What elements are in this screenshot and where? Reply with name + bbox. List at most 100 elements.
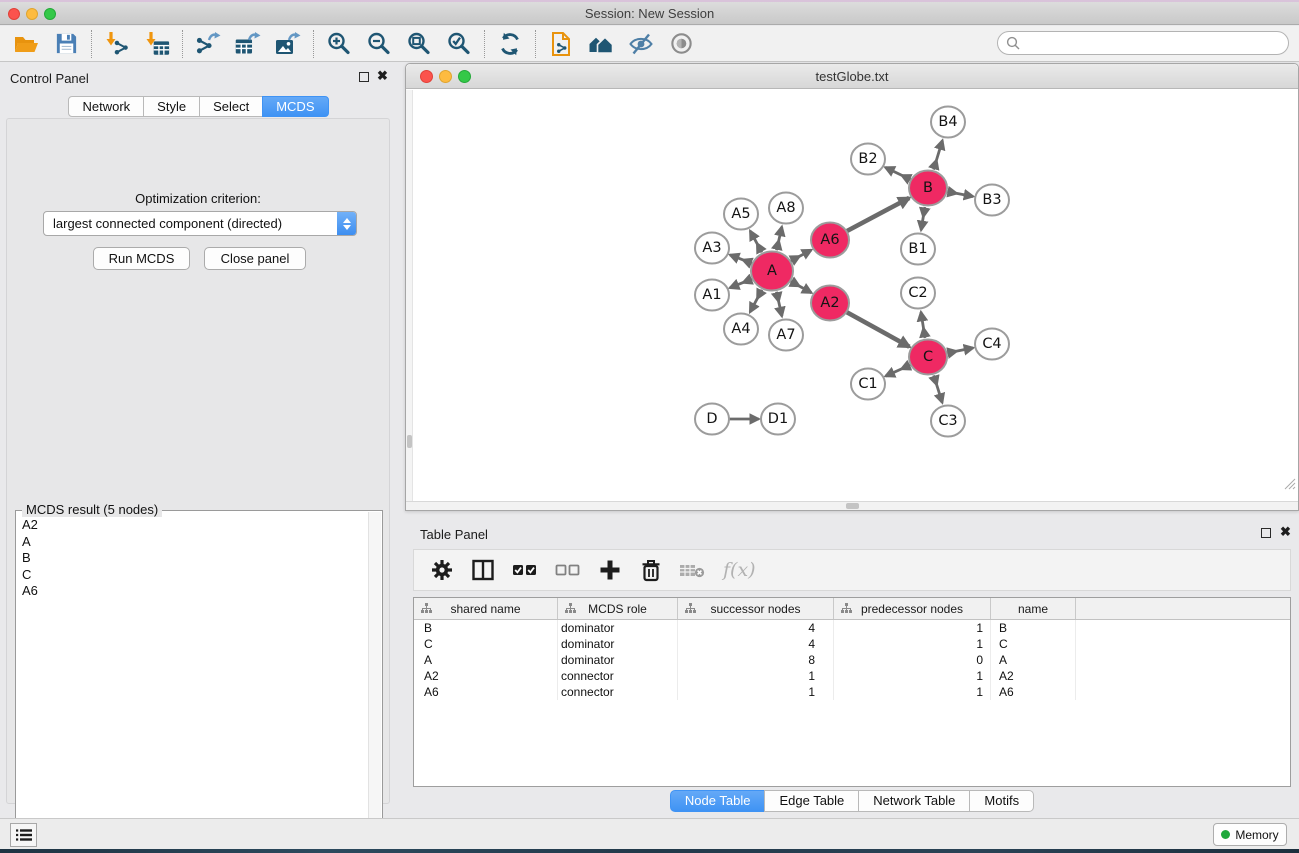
graph-node-C1[interactable]: C1: [851, 369, 885, 400]
graph-edge-A6-B[interactable]: [847, 198, 909, 231]
graph-node-B3[interactable]: B3: [975, 185, 1009, 216]
export-network-button[interactable]: [188, 28, 228, 60]
graph-node-B4[interactable]: B4: [931, 107, 965, 138]
table-row[interactable]: A6connector11A6: [414, 684, 1290, 700]
graph-edge-B-B1[interactable]: [921, 207, 925, 230]
table-cell-name[interactable]: C: [991, 636, 1076, 652]
tab-select[interactable]: Select: [199, 96, 263, 117]
delete-entries-button[interactable]: [639, 558, 663, 582]
graph-edge-C-C2[interactable]: [921, 312, 925, 338]
first-neighbors-button[interactable]: [581, 28, 621, 60]
zoom-out-button[interactable]: [359, 28, 399, 60]
table-cell-mcds-role[interactable]: dominator: [558, 636, 678, 652]
graph-node-A2[interactable]: A2: [811, 286, 849, 321]
graph-edge-C-C3[interactable]: [934, 375, 943, 402]
mcds-result-item[interactable]: B: [18, 550, 366, 567]
table-cell-shared-name[interactable]: A: [414, 652, 558, 668]
graph-edge-B-B4[interactable]: [934, 140, 943, 169]
graph-node-A3[interactable]: A3: [695, 233, 729, 264]
graph-node-B[interactable]: B: [909, 171, 947, 206]
graph-edge-B-B2[interactable]: [885, 167, 910, 179]
open-file-button[interactable]: [6, 28, 46, 60]
graph-edge-C-C1[interactable]: [886, 365, 911, 376]
table-row[interactable]: A2connector11A2: [414, 668, 1290, 684]
column-header-mcds-role[interactable]: MCDS role: [558, 598, 678, 619]
add-column-button[interactable]: [598, 558, 622, 582]
graph-node-A1[interactable]: A1: [695, 280, 729, 311]
table-cell-shared-name[interactable]: A6: [414, 684, 558, 700]
memory-button[interactable]: Memory: [1213, 823, 1287, 846]
table-cell-name[interactable]: A2: [991, 668, 1076, 684]
deselect-checks-button[interactable]: [555, 558, 581, 582]
graph-edge-A-A6[interactable]: [791, 250, 812, 261]
delete-column-button[interactable]: [680, 558, 706, 582]
column-layout-button[interactable]: [471, 558, 495, 582]
graph-node-B2[interactable]: B2: [851, 144, 885, 175]
tab-edge-table[interactable]: Edge Table: [764, 790, 859, 812]
graph-node-A6[interactable]: A6: [811, 223, 849, 258]
table-cell-mcds-role[interactable]: dominator: [558, 652, 678, 668]
graph-edge-A-A2[interactable]: [791, 281, 812, 292]
tab-network[interactable]: Network: [68, 96, 144, 117]
table-row[interactable]: Cdominator41C: [414, 636, 1290, 652]
refresh-network-button[interactable]: [490, 28, 530, 60]
close-panel-icon[interactable]: ✖: [377, 68, 388, 84]
table-cell-mcds-role[interactable]: dominator: [558, 620, 678, 636]
graph-edge-A-A3[interactable]: [730, 255, 752, 264]
mcds-result-item[interactable]: A6: [18, 583, 366, 600]
zoom-selected-button[interactable]: [439, 28, 479, 60]
graph-edge-A2-C[interactable]: [847, 312, 910, 346]
graph-edge-A-A7[interactable]: [777, 292, 782, 316]
graph-node-A5[interactable]: A5: [724, 199, 758, 230]
table-cell-shared-name[interactable]: A2: [414, 668, 558, 684]
float-panel-icon[interactable]: [359, 72, 369, 82]
tab-mcds[interactable]: MCDS: [262, 96, 328, 117]
run-mcds-button[interactable]: Run MCDS: [93, 247, 190, 270]
table-cell-name[interactable]: A: [991, 652, 1076, 668]
export-table-button[interactable]: [228, 28, 268, 60]
table-cell-predecessor-nodes[interactable]: 1: [834, 684, 991, 700]
show-all-button[interactable]: [661, 28, 701, 60]
zoom-in-button[interactable]: [319, 28, 359, 60]
apply-function-button[interactable]: f(x): [723, 559, 756, 581]
table-cell-predecessor-nodes[interactable]: 1: [834, 668, 991, 684]
graph-edge-A-A4[interactable]: [750, 290, 762, 312]
select-all-checks-button[interactable]: [512, 558, 538, 582]
close-panel-button[interactable]: Close panel: [204, 247, 306, 270]
optimization-criterion-dropdown[interactable]: largest connected component (directed): [43, 211, 357, 236]
table-cell-name[interactable]: A6: [991, 684, 1076, 700]
table-cell-predecessor-nodes[interactable]: 0: [834, 652, 991, 668]
tab-node-table[interactable]: Node Table: [670, 790, 766, 812]
tab-style[interactable]: Style: [143, 96, 200, 117]
mcds-result-item[interactable]: C: [18, 567, 366, 584]
result-scrollbar[interactable]: [368, 512, 381, 850]
graph-node-B1[interactable]: B1: [901, 234, 935, 265]
graph-edge-C-C4[interactable]: [947, 348, 973, 353]
copy-network-button[interactable]: [541, 28, 581, 60]
table-cell-successor-nodes[interactable]: 1: [678, 668, 834, 684]
graph-node-A7[interactable]: A7: [769, 320, 803, 351]
mcds-result-item[interactable]: A2: [18, 517, 366, 534]
graph-edge-B-B3[interactable]: [947, 192, 973, 197]
graph-node-C3[interactable]: C3: [931, 406, 965, 437]
table-cell-shared-name[interactable]: B: [414, 620, 558, 636]
graph-edge-A-A1[interactable]: [730, 279, 752, 288]
mcds-result-item[interactable]: A: [18, 534, 366, 551]
graph-edge-A-A5[interactable]: [750, 231, 762, 252]
tab-network-table[interactable]: Network Table: [858, 790, 970, 812]
table-cell-predecessor-nodes[interactable]: 1: [834, 636, 991, 652]
table-cell-successor-nodes[interactable]: 1: [678, 684, 834, 700]
import-network-button[interactable]: [97, 28, 137, 60]
table-cell-shared-name[interactable]: C: [414, 636, 558, 652]
table-row[interactable]: Adominator80A: [414, 652, 1290, 668]
export-image-button[interactable]: [268, 28, 308, 60]
table-cell-successor-nodes[interactable]: 4: [678, 620, 834, 636]
graph-node-C[interactable]: C: [909, 340, 947, 375]
table-cell-predecessor-nodes[interactable]: 1: [834, 620, 991, 636]
column-header-predecessor-nodes[interactable]: predecessor nodes: [834, 598, 991, 619]
graph-edge-A-A8[interactable]: [777, 227, 782, 250]
column-header-shared-name[interactable]: shared name: [414, 598, 558, 619]
import-table-button[interactable]: [137, 28, 177, 60]
network-horizontal-scrollbar[interactable]: [406, 501, 1298, 510]
show-panel-list-button[interactable]: [10, 823, 37, 847]
